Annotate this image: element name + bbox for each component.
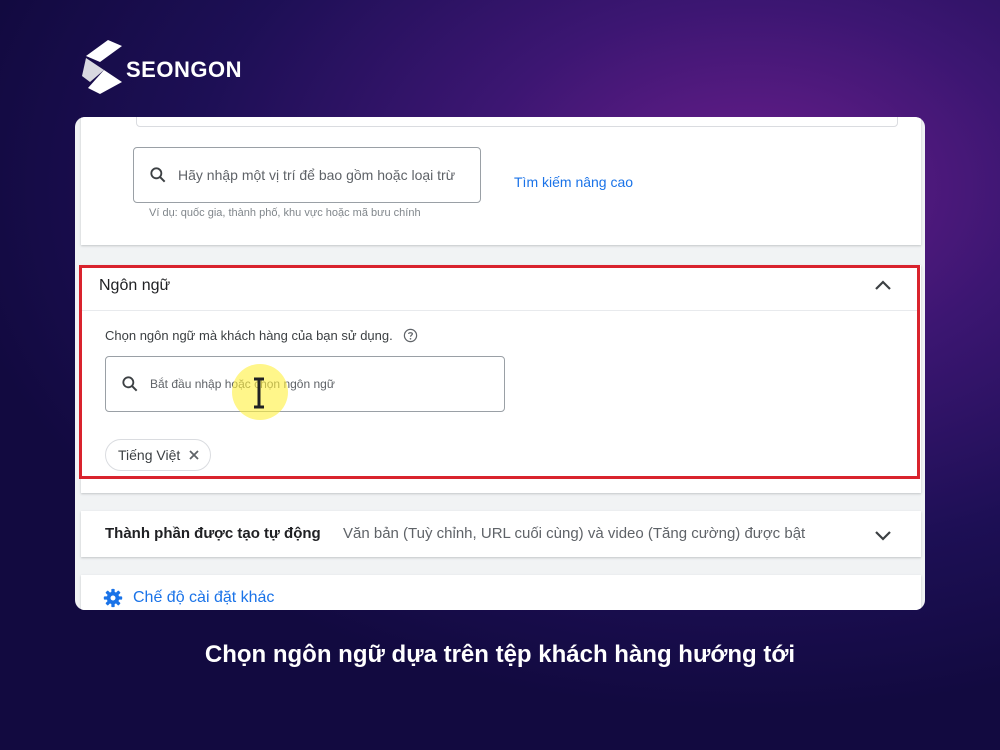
advanced-search-link[interactable]: Tìm kiếm nâng cao: [514, 174, 633, 190]
location-hint: Ví dụ: quốc gia, thành phố, khu vực hoặc…: [149, 207, 421, 219]
auto-assets-description: Văn bản (Tuỳ chỉnh, URL cuối cùng) và vi…: [343, 525, 806, 542]
auto-assets-title: Thành phần được tạo tự động: [105, 525, 321, 542]
location-search-placeholder: Hãy nhập một vị trí để bao gồm hoặc loại…: [178, 167, 456, 183]
more-settings-link[interactable]: Chế độ cài đặt khác: [133, 589, 274, 607]
seongon-logo-icon: [82, 40, 122, 94]
chevron-down-icon[interactable]: [874, 527, 892, 543]
search-icon: [150, 167, 166, 183]
location-card: Hãy nhập một vị trí để bao gồm hoặc loại…: [81, 117, 921, 245]
highlight-frame: [79, 265, 920, 479]
screenshot-panel: Hãy nhập một vị trí để bao gồm hoặc loại…: [75, 117, 925, 610]
brand-logo: SEONGON: [78, 36, 242, 96]
gear-icon: [103, 588, 123, 608]
brand-name: SEONGON: [126, 57, 242, 82]
location-search-input[interactable]: Hãy nhập một vị trí để bao gồm hoặc loại…: [133, 147, 481, 203]
previous-field-edge: [136, 117, 898, 127]
caption: Chọn ngôn ngữ dựa trên tệp khách hàng hư…: [204, 641, 796, 668]
